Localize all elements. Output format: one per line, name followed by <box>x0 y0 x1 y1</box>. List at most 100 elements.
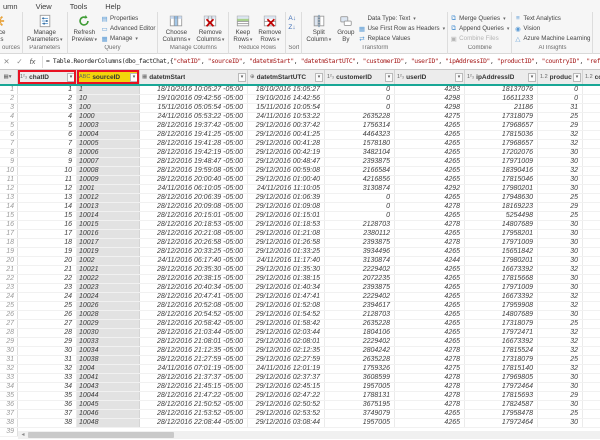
cell-datetmStart[interactable]: 28/12/2016 20:06:39 -05:00 <box>140 194 248 202</box>
cell-userID[interactable]: 4265 <box>395 212 465 220</box>
cell-productID[interactable]: 30 <box>538 401 583 409</box>
cell-productID[interactable]: 30 <box>538 176 583 184</box>
cell-customerID[interactable]: 2804242 <box>325 347 395 355</box>
cell-sourceID[interactable]: 10026 <box>77 302 140 310</box>
cell-customerID[interactable]: 2635228 <box>325 356 395 364</box>
cell-countryID[interactable] <box>583 140 600 148</box>
cell-sourceID[interactable]: 1 <box>77 86 140 94</box>
cell-productID[interactable]: 30 <box>538 419 583 427</box>
cell-sourceID[interactable]: 10019 <box>77 248 140 256</box>
cell-ipAddressID[interactable]: 17815046 <box>465 176 538 184</box>
cell-datetmStartUTC[interactable]: 19/10/2016 14:42:56 <box>248 95 325 103</box>
cell-ipAddressID[interactable]: 17958201 <box>465 230 538 238</box>
cell-sourceID[interactable]: 10038 <box>77 356 140 364</box>
scrollbar-thumb[interactable] <box>28 432 174 438</box>
cell-datetmStart[interactable]: 28/12/2016 20:58:42 -05:00 <box>140 320 248 328</box>
cell-ipAddressID[interactable]: 17815036 <box>465 131 538 139</box>
cell-datetmStartUTC[interactable]: 29/12/2016 01:18:53 <box>248 221 325 229</box>
cell-countryID[interactable] <box>583 293 600 301</box>
cell-userID[interactable]: 4265 <box>395 131 465 139</box>
vision-button[interactable]: ◉ Vision <box>514 24 590 33</box>
cell-customerID[interactable]: 1578180 <box>325 140 395 148</box>
cell-countryID[interactable] <box>583 374 600 382</box>
cell-datetmStartUTC[interactable]: 29/12/2016 02:37:37 <box>248 374 325 382</box>
menu-item-tools[interactable]: Tools <box>70 2 88 11</box>
column-header-sourceID[interactable]: ABC sourceID ▾ <box>77 70 140 84</box>
cell-datetmStartUTC[interactable]: 29/12/2016 02:27:59 <box>248 356 325 364</box>
filter-dropdown-icon[interactable]: ▾ <box>315 72 323 82</box>
cell-countryID[interactable] <box>583 95 600 103</box>
cell-userID[interactable]: 4278 <box>395 203 465 211</box>
cell-userID[interactable]: 4278 <box>395 392 465 400</box>
cell-countryID[interactable] <box>583 401 600 409</box>
cell-ipAddressID[interactable]: 21186 <box>465 104 538 112</box>
cell-customerID[interactable]: 3608599 <box>325 374 395 382</box>
cell-countryID[interactable] <box>583 329 600 337</box>
cell-datetmStart[interactable]: 28/12/2016 20:54:52 -05:00 <box>140 311 248 319</box>
cell-customerID[interactable]: 3482104 <box>325 149 395 157</box>
cell-productID[interactable]: 32 <box>538 347 583 355</box>
group-by-button[interactable]: Group By <box>335 13 356 44</box>
cell-customerID[interactable]: 1957005 <box>325 419 395 427</box>
append-queries-button[interactable]: ⧉ Append Queries ▾ <box>450 24 509 33</box>
cell-customerID[interactable]: 1788131 <box>325 392 395 400</box>
cell-chatID[interactable]: 31 <box>18 356 77 364</box>
cell-sourceID[interactable]: 10041 <box>77 374 140 382</box>
cell-sourceID[interactable]: 10028 <box>77 311 140 319</box>
cell-datetmStart[interactable]: 28/12/2016 20:38:15 -05:00 <box>140 275 248 283</box>
scroll-left-icon[interactable]: ◂ <box>18 431 28 439</box>
cell-chatID[interactable]: 6 <box>18 131 77 139</box>
cell-sourceID[interactable]: 10022 <box>77 275 140 283</box>
cell-sourceID[interactable]: 10 <box>77 95 140 103</box>
cell-productID[interactable]: 30 <box>538 374 583 382</box>
cell-countryID[interactable] <box>583 167 600 175</box>
cell-ipAddressID[interactable]: 16673392 <box>465 338 538 346</box>
cell-sourceID[interactable]: 10029 <box>77 320 140 328</box>
data-type-button[interactable]: Data Type: Text ▾ <box>358 14 445 23</box>
cell-customerID[interactable]: 2393875 <box>325 239 395 247</box>
filter-dropdown-icon[interactable]: ▾ <box>67 72 75 82</box>
cell-customerID[interactable]: 2128703 <box>325 221 395 229</box>
cell-ipAddressID[interactable]: 17202076 <box>465 149 538 157</box>
cell-ipAddressID[interactable]: 17318079 <box>465 113 538 121</box>
filter-dropdown-icon[interactable]: ▾ <box>385 72 393 82</box>
cell-sourceID[interactable]: 10017 <box>77 239 140 247</box>
cell-datetmStartUTC[interactable]: 29/12/2016 00:59:08 <box>248 167 325 175</box>
cell-datetmStart[interactable]: 28/12/2016 21:37:37 -05:00 <box>140 374 248 382</box>
cell-countryID[interactable] <box>583 392 600 400</box>
cell-customerID[interactable]: 0 <box>325 194 395 202</box>
cell-userID[interactable]: 4265 <box>395 194 465 202</box>
azure-machine-learning-button[interactable]: △ Azure Machine Learning <box>514 34 590 43</box>
cell-chatID[interactable]: 2 <box>18 95 77 103</box>
cell-productID[interactable]: 25 <box>538 356 583 364</box>
cell-ipAddressID[interactable]: 17824587 <box>465 401 538 409</box>
cell-customerID[interactable]: 3130874 <box>325 257 395 265</box>
cell-ipAddressID[interactable]: 17972464 <box>465 419 538 427</box>
cell-productID[interactable]: 30 <box>538 275 583 283</box>
cell-datetmStartUTC[interactable]: 29/12/2016 01:40:34 <box>248 284 325 292</box>
cell-chatID[interactable]: 27 <box>18 320 77 328</box>
cell-chatID[interactable]: 23 <box>18 284 77 292</box>
cell-productID[interactable]: 32 <box>538 140 583 148</box>
cell-userID[interactable]: 4292 <box>395 185 465 193</box>
cell-customerID[interactable]: 0 <box>325 104 395 112</box>
cell-sourceID[interactable]: 10014 <box>77 212 140 220</box>
cell-datetmStart[interactable]: 28/12/2016 19:37:42 -05:00 <box>140 122 248 130</box>
cell-userID[interactable]: 4265 <box>395 248 465 256</box>
cell-ipAddressID[interactable]: 17971009 <box>465 239 538 247</box>
cell-customerID[interactable]: 4464323 <box>325 131 395 139</box>
cell-customerID[interactable]: 1804106 <box>325 329 395 337</box>
cell-ipAddressID[interactable]: 17815140 <box>465 365 538 373</box>
cell-productID[interactable]: 31 <box>538 104 583 112</box>
cell-customerID[interactable]: 3934496 <box>325 248 395 256</box>
cell-userID[interactable]: 4278 <box>395 374 465 382</box>
cell-datetmStart[interactable]: 28/12/2016 21:47:22 -05:00 <box>140 392 248 400</box>
cell-sourceID[interactable]: 10034 <box>77 347 140 355</box>
column-header-datetmStartUTC[interactable]: ⊕ datetmStartUTC ▾ <box>248 70 325 84</box>
cell-datetmStartUTC[interactable]: 29/12/2016 00:42:19 <box>248 149 325 157</box>
keep-rows-button[interactable]: Keep Rows▾ <box>231 13 254 45</box>
cell-chatID[interactable]: 3 <box>18 104 77 112</box>
cell-sourceID[interactable]: 10046 <box>77 410 140 418</box>
cell-datetmStartUTC[interactable]: 29/12/2016 01:06:39 <box>248 194 325 202</box>
cell-datetmStartUTC[interactable]: 29/12/2016 02:47:22 <box>248 392 325 400</box>
